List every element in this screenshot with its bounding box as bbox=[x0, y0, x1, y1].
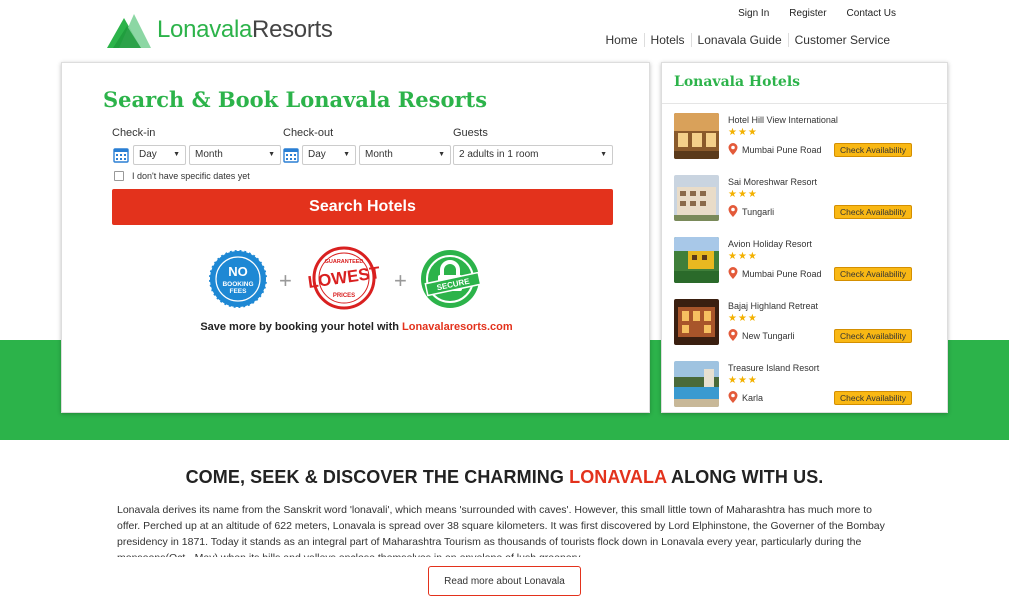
nav-customer-service[interactable]: Customer Service bbox=[787, 33, 896, 47]
checkout-day-value: Day bbox=[308, 149, 326, 160]
nav-home[interactable]: Home bbox=[600, 33, 644, 47]
hotels-title: Lonavala Hotels bbox=[674, 74, 801, 90]
chevron-down-icon: ▼ bbox=[268, 151, 275, 158]
checkin-day-select[interactable]: Day ▼ bbox=[133, 145, 186, 165]
hotel-location: New Tungarli bbox=[742, 331, 795, 341]
plus-icon: + bbox=[394, 268, 407, 293]
nav-hotels[interactable]: Hotels bbox=[643, 33, 691, 47]
hotel-name[interactable]: Hotel Hill View International bbox=[728, 115, 838, 125]
hotel-name[interactable]: Avion Holiday Resort bbox=[728, 239, 812, 249]
hotel-name[interactable]: Sai Moreshwar Resort bbox=[728, 177, 817, 187]
star-rating: ★★★ bbox=[728, 251, 758, 262]
location-pin-icon bbox=[728, 267, 738, 279]
save-more-text: Save more by booking your hotel with Lon… bbox=[62, 321, 651, 333]
check-availability-button[interactable]: Check Availability bbox=[834, 391, 912, 405]
hotels-panel: Lonavala Hotels Hotel Hill View Internat… bbox=[661, 62, 948, 413]
hotel-name[interactable]: Treasure Island Resort bbox=[728, 363, 819, 373]
guests-value: 2 adults in 1 room bbox=[459, 149, 539, 160]
star-rating: ★★★ bbox=[728, 375, 758, 386]
plus-icon: + bbox=[279, 268, 292, 293]
hotel-item[interactable]: Avion Holiday Resort ★★★ Mumbai Pune Roa… bbox=[674, 237, 936, 287]
hotel-location: Karla bbox=[742, 393, 764, 403]
save-text: Save more by booking your hotel with bbox=[200, 321, 403, 333]
logo-text: LonavalaResorts bbox=[157, 16, 333, 43]
no-dates-checkbox[interactable] bbox=[114, 171, 124, 181]
no-dates-label: I don't have specific dates yet bbox=[132, 171, 250, 181]
star-rating: ★★★ bbox=[728, 313, 758, 324]
trust-badges: NO BOOKING FEES + GUARANTEED LOWEST PRIC… bbox=[207, 246, 507, 318]
chevron-down-icon: ▼ bbox=[173, 151, 180, 158]
about-heading-part1: COME, SEEK & DISCOVER THE CHARMING bbox=[185, 467, 570, 487]
search-title: Search & Book Lonavala Resorts bbox=[103, 87, 488, 112]
hotel-name[interactable]: Bajaj Highland Retreat bbox=[728, 301, 818, 311]
top-links: Sign In Register Contact Us bbox=[718, 8, 896, 19]
site-logo[interactable]: LonavalaResorts bbox=[107, 12, 333, 48]
hotel-thumbnail bbox=[674, 175, 719, 221]
hotel-item[interactable]: Sai Moreshwar Resort ★★★ Tungarli Check … bbox=[674, 175, 936, 225]
mountain-logo-icon bbox=[107, 14, 151, 48]
location-pin-icon bbox=[728, 205, 738, 217]
chevron-down-icon: ▼ bbox=[600, 151, 607, 158]
guests-select[interactable]: 2 adults in 1 room ▼ bbox=[453, 145, 613, 165]
checkout-month-select[interactable]: Month ▼ bbox=[359, 145, 451, 165]
location-pin-icon bbox=[728, 391, 738, 403]
no-dates-checkbox-row[interactable]: I don't have specific dates yet bbox=[114, 171, 250, 181]
star-rating: ★★★ bbox=[728, 189, 758, 200]
checkout-label: Check-out bbox=[283, 127, 334, 139]
about-text: Lonavala derives its name from the Sansk… bbox=[117, 504, 885, 557]
lowest-prices-badge-icon: GUARANTEED LOWEST PRICES bbox=[307, 246, 382, 310]
hotel-location: Mumbai Pune Road bbox=[742, 145, 822, 155]
secure-badge-icon: SECURE bbox=[421, 250, 482, 308]
contact-us-link[interactable]: Contact Us bbox=[847, 8, 896, 19]
hotel-thumbnail bbox=[674, 113, 719, 159]
star-rating: ★★★ bbox=[728, 127, 758, 138]
hotel-item[interactable]: Hotel Hill View International ★★★ Mumbai… bbox=[674, 113, 936, 163]
check-availability-button[interactable]: Check Availability bbox=[834, 329, 912, 343]
checkin-label: Check-in bbox=[112, 127, 156, 139]
chevron-down-icon: ▼ bbox=[438, 151, 445, 158]
checkin-day-value: Day bbox=[139, 149, 157, 160]
chevron-down-icon: ▼ bbox=[343, 151, 350, 158]
check-availability-button[interactable]: Check Availability bbox=[834, 267, 912, 281]
checkout-day-select[interactable]: Day ▼ bbox=[302, 145, 356, 165]
site-link[interactable]: Lonavalaresorts.com bbox=[402, 321, 513, 333]
about-heading-highlight: LONAVALA bbox=[569, 467, 667, 487]
no-fees-line3: FEES bbox=[230, 288, 248, 295]
divider bbox=[662, 103, 947, 104]
hotel-thumbnail bbox=[674, 361, 719, 407]
no-booking-fees-badge-icon: NO BOOKING FEES bbox=[208, 249, 268, 309]
hotel-location: Tungarli bbox=[742, 207, 775, 217]
hotel-item[interactable]: Bajaj Highland Retreat ★★★ New Tungarli … bbox=[674, 299, 936, 349]
hotel-location: Mumbai Pune Road bbox=[742, 269, 822, 279]
location-pin-icon bbox=[728, 143, 738, 155]
check-availability-button[interactable]: Check Availability bbox=[834, 205, 912, 219]
checkout-month-value: Month bbox=[365, 149, 393, 160]
guests-label: Guests bbox=[453, 127, 488, 139]
hotel-thumbnail bbox=[674, 237, 719, 283]
about-heading-part2: ALONG WITH US. bbox=[666, 467, 824, 487]
main-nav: Home Hotels Lonavala Guide Customer Serv… bbox=[600, 33, 896, 47]
register-link[interactable]: Register bbox=[789, 8, 826, 19]
nav-lonavala-guide[interactable]: Lonavala Guide bbox=[690, 33, 788, 47]
lowest-top-text: GUARANTEED bbox=[325, 259, 364, 265]
read-more-button[interactable]: Read more about Lonavala bbox=[428, 566, 581, 596]
no-fees-line1: NO bbox=[228, 264, 248, 279]
checkin-month-select[interactable]: Month ▼ bbox=[189, 145, 281, 165]
no-fees-line2: BOOKING bbox=[222, 281, 253, 288]
hotel-thumbnail bbox=[674, 299, 719, 345]
lowest-bottom-text: PRICES bbox=[333, 293, 355, 299]
sign-in-link[interactable]: Sign In bbox=[738, 8, 769, 19]
search-panel: Search & Book Lonavala Resorts Check-in … bbox=[61, 62, 650, 413]
checkin-month-value: Month bbox=[195, 149, 223, 160]
checkin-calendar-icon[interactable] bbox=[113, 147, 129, 163]
search-hotels-button[interactable]: Search Hotels bbox=[112, 189, 613, 225]
check-availability-button[interactable]: Check Availability bbox=[834, 143, 912, 157]
hotel-item[interactable]: Treasure Island Resort ★★★ Karla Check A… bbox=[674, 361, 936, 411]
checkout-calendar-icon[interactable] bbox=[283, 147, 299, 163]
location-pin-icon bbox=[728, 329, 738, 341]
about-heading: COME, SEEK & DISCOVER THE CHARMING LONAV… bbox=[0, 467, 1009, 488]
